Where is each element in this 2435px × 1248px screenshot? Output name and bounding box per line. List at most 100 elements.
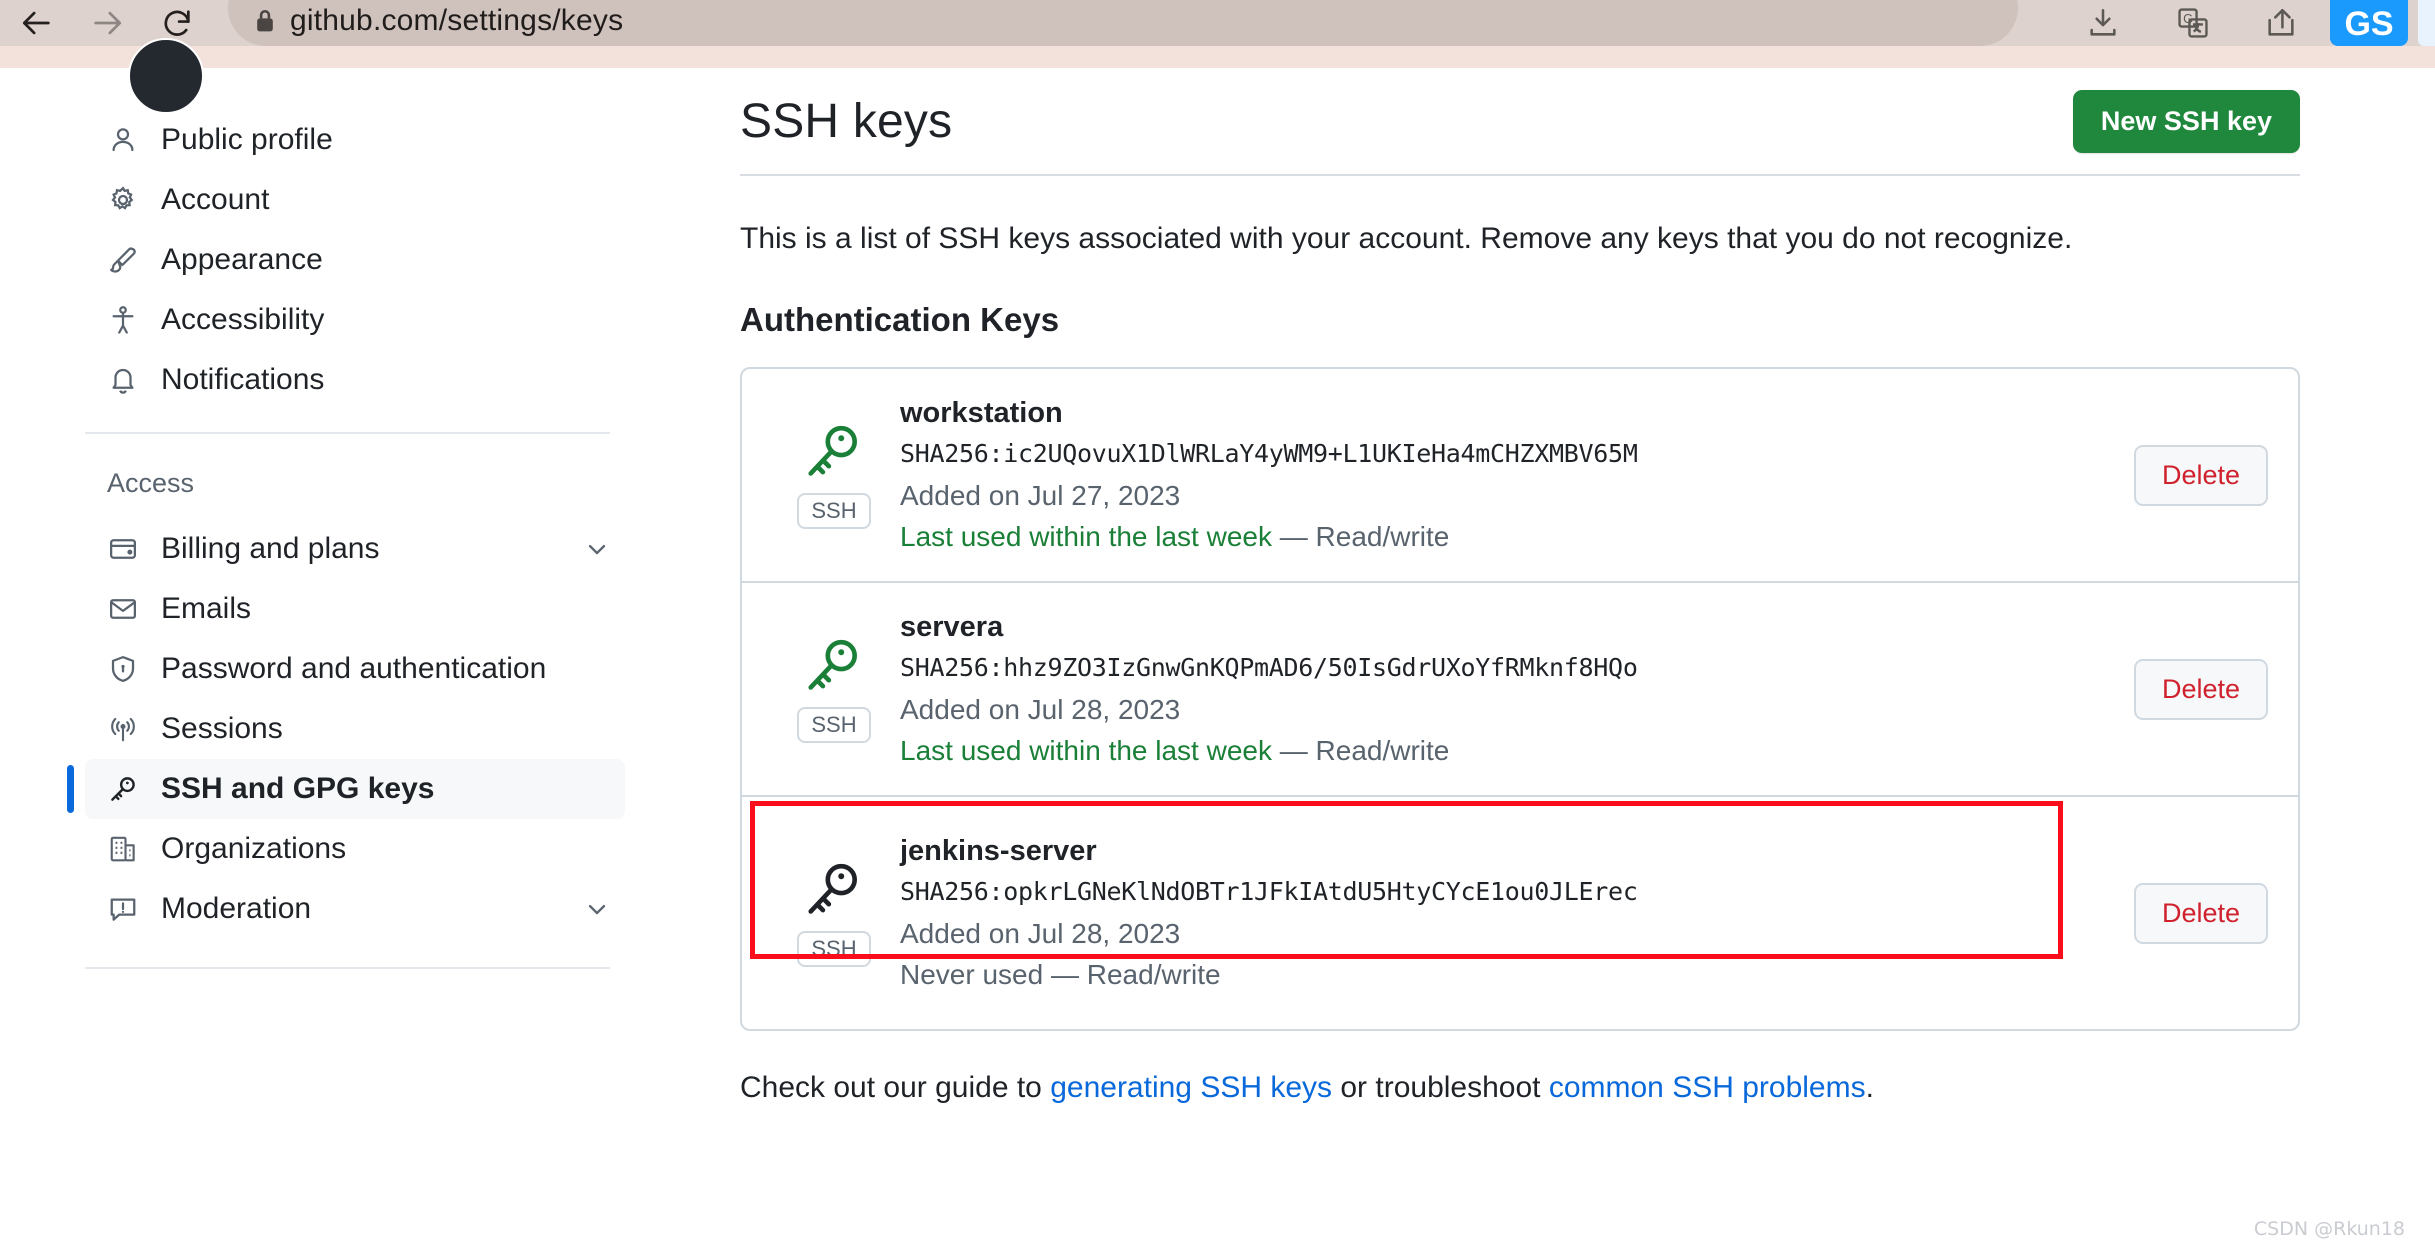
key-info: servera SHA256:hhz9ZO3IzGnwGnKQPmAD6/50I… [900, 611, 2110, 767]
sidebar-item-moderation[interactable]: Moderation [85, 879, 625, 939]
sidebar-item-label: Accessibility [161, 303, 325, 336]
section-heading-authentication-keys: Authentication Keys [740, 301, 1060, 338]
sidebar-item-label: Emails [161, 592, 252, 625]
sidebar-divider [85, 432, 610, 434]
key-usage-text: Last used within the last week [900, 521, 1272, 552]
sidebar-item-accessibility[interactable]: Accessibility [85, 290, 625, 350]
sidebar-item-label: Account [161, 183, 270, 216]
ssh-key-row-highlighted: SSH jenkins-server SHA256:opkrLGNeKlNdOB… [742, 797, 2298, 1029]
key-icon [803, 636, 865, 703]
page-title: SSH keys [740, 94, 953, 148]
browser-chrome: github.com/settings/keys G GS [0, 0, 2435, 68]
key-added-date: Added on Jul 28, 2023 [900, 694, 1181, 725]
ssh-key-row: SSH workstation SHA256:ic2UQovuX1DlWRLaY… [742, 369, 2298, 583]
footer-text-part3: . [1865, 1071, 1874, 1104]
key-emblem: SSH [786, 860, 882, 967]
sidebar-item-label: Notifications [161, 363, 325, 396]
main-content: SSH keys New SSH key This is a list of S… [740, 68, 2300, 1105]
translate-icon[interactable]: G [2168, 0, 2218, 46]
sidebar-item-label: SSH and GPG keys [161, 772, 435, 805]
delete-key-button[interactable]: Delete [2133, 658, 2268, 720]
credit-card-icon [107, 533, 139, 565]
person-icon [107, 124, 139, 156]
sidebar-item-emails[interactable]: Emails [85, 579, 625, 639]
key-info: jenkins-server SHA256:opkrLGNeKlNdOBTr1J… [900, 835, 2110, 991]
delete-key-button[interactable]: Delete [2133, 882, 2268, 944]
mail-icon [107, 593, 139, 625]
key-type-badge: SSH [797, 492, 871, 529]
key-type-badge: SSH [797, 706, 871, 743]
key-type-badge: SSH [797, 930, 871, 967]
browser-profile-avatar[interactable]: GS [2330, 0, 2408, 46]
ssh-key-row: SSH servera SHA256:hhz9ZO3IzGnwGnKQPmAD6… [742, 583, 2298, 797]
chevron-down-icon[interactable] [583, 895, 611, 923]
key-fingerprint: SHA256:hhz9ZO3IzGnwGnKQPmAD6/50IsGdrUXoY… [900, 653, 1638, 682]
gear-icon [107, 184, 139, 216]
back-icon[interactable] [14, 0, 60, 46]
key-icon [803, 422, 865, 489]
key-icon [107, 773, 139, 805]
footer-help-text: Check out our guide to generating SSH ke… [740, 1071, 2300, 1105]
key-usage-text: Never used [900, 959, 1044, 990]
sidebar-item-organizations[interactable]: Organizations [85, 819, 625, 879]
new-ssh-key-button[interactable]: New SSH key [2072, 89, 2300, 153]
key-usage: Never used — Read/write [900, 959, 1221, 990]
sidebar-item-sessions[interactable]: Sessions [85, 699, 625, 759]
chevron-down-icon[interactable] [583, 535, 611, 563]
sidebar-item-label: Password and authentication [161, 652, 547, 685]
common-ssh-problems-link[interactable]: common SSH problems [1549, 1071, 1866, 1104]
url-text: github.com/settings/keys [290, 4, 624, 37]
key-icon [803, 860, 865, 927]
forward-icon[interactable] [84, 0, 130, 46]
sidebar-section-heading-access: Access [107, 468, 195, 498]
organization-icon [107, 833, 139, 865]
key-added-date: Added on Jul 27, 2023 [900, 480, 1181, 511]
sidebar-item-label: Organizations [161, 832, 347, 865]
key-permission: Read/write [1315, 735, 1450, 766]
key-usage: Last used within the last week — Read/wr… [900, 521, 1450, 552]
key-name: workstation [900, 397, 1063, 429]
sidebar-item-label: Public profile [161, 123, 333, 156]
generating-ssh-keys-link[interactable]: generating SSH keys [1050, 1071, 1332, 1104]
sidebar-item-public-profile[interactable]: Public profile [85, 110, 625, 170]
key-permission: Read/write [1086, 959, 1221, 990]
sidebar-item-billing-and-plans[interactable]: Billing and plans [85, 519, 625, 579]
report-icon [107, 893, 139, 925]
shield-lock-icon [107, 653, 139, 685]
intro-text: This is a list of SSH keys associated wi… [740, 222, 2073, 255]
sidebar-divider-bottom [85, 967, 610, 969]
sidebar-item-notifications[interactable]: Notifications [85, 350, 625, 410]
bell-icon [107, 364, 139, 396]
key-added-date: Added on Jul 28, 2023 [900, 918, 1181, 949]
download-icon[interactable] [2078, 0, 2128, 46]
settings-sidebar: Public profile Account Appearance Access… [0, 68, 665, 1248]
broadcast-icon [107, 713, 139, 745]
sidebar-item-label: Appearance [161, 243, 323, 276]
accessibility-icon [107, 304, 139, 336]
key-emblem: SSH [786, 636, 882, 743]
key-usage-text: Last used within the last week [900, 735, 1272, 766]
sidebar-item-password-and-authentication[interactable]: Password and authentication [85, 639, 625, 699]
sidebar-item-label: Billing and plans [161, 532, 380, 565]
footer-text-part2: or troubleshoot [1332, 1071, 1549, 1104]
share-icon[interactable] [2256, 0, 2306, 46]
tab-edge [2418, 0, 2435, 46]
key-usage: Last used within the last week — Read/wr… [900, 735, 1450, 766]
key-permission: Read/write [1315, 521, 1450, 552]
delete-key-button[interactable]: Delete [2133, 444, 2268, 506]
sidebar-item-appearance[interactable]: Appearance [85, 230, 625, 290]
watermark: CSDN @Rkun18 [2253, 1218, 2405, 1240]
page-header: SSH keys New SSH key [740, 68, 2300, 176]
key-name: servera [900, 611, 1004, 643]
lock-icon [250, 0, 280, 42]
page-content: Public profile Account Appearance Access… [0, 38, 2435, 1248]
key-name: jenkins-server [900, 835, 1097, 867]
key-fingerprint: SHA256:ic2UQovuX1DlWRLaY4yWM9+L1UKIeHa4m… [900, 439, 1638, 468]
sidebar-item-label: Moderation [161, 892, 312, 925]
paintbrush-icon [107, 244, 139, 276]
sidebar-item-ssh-and-gpg-keys[interactable]: SSH and GPG keys [67, 759, 625, 819]
sidebar-item-account[interactable]: Account [85, 170, 625, 230]
ssh-keys-list: SSH workstation SHA256:ic2UQovuX1DlWRLaY… [740, 367, 2300, 1031]
key-emblem: SSH [786, 422, 882, 529]
key-fingerprint: SHA256:opkrLGNeKlNdOBTr1JFkIAtdU5HtyCYcE… [900, 877, 1638, 906]
